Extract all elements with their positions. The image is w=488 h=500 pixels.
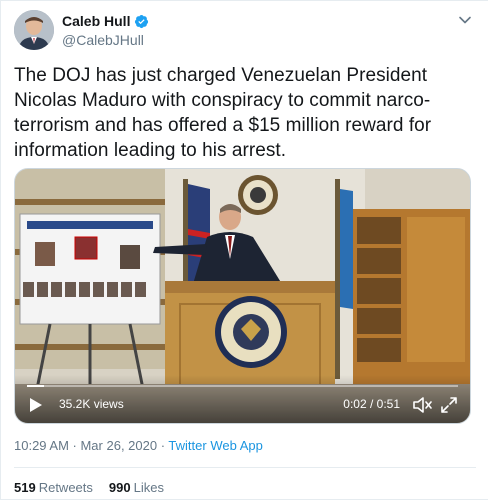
progress-bar[interactable] xyxy=(27,385,458,387)
source-app-link[interactable]: Twitter Web App xyxy=(168,438,262,453)
meta-separator: · xyxy=(157,438,169,453)
tweet-text: The DOJ has just charged Venezuelan Pres… xyxy=(14,65,432,161)
fullscreen-icon[interactable] xyxy=(440,396,458,414)
playback-time: 0:02 / 0:51 xyxy=(343,397,400,411)
author-handle[interactable]: @CalebJHull xyxy=(62,32,149,48)
tweet-card: Caleb Hull @CalebJHull The DOJ has just … xyxy=(0,0,488,500)
video-controls: 35.2K views 0:02 / 0:51 xyxy=(15,375,470,423)
tweet-meta: 10:29 AM · Mar 26, 2020 · Twitter Web Ap… xyxy=(14,438,263,453)
retweets-stat[interactable]: 519 Retweets xyxy=(14,480,93,495)
tweet-timestamp[interactable]: 10:29 AM · Mar 26, 2020 xyxy=(14,438,157,453)
likes-stat[interactable]: 990 Likes xyxy=(109,480,164,495)
play-icon[interactable] xyxy=(29,397,43,413)
divider xyxy=(14,467,476,468)
view-count: 35.2K views xyxy=(59,397,124,411)
author-name[interactable]: Caleb Hull xyxy=(62,13,130,29)
retweets-label: Retweets xyxy=(38,480,93,495)
video-player[interactable]: 35.2K views 0:02 / 0:51 xyxy=(14,168,471,424)
mute-icon[interactable] xyxy=(412,396,432,414)
avatar[interactable] xyxy=(14,10,54,50)
author-block[interactable]: Caleb Hull @CalebJHull xyxy=(62,13,149,48)
verified-badge-icon xyxy=(135,14,149,28)
retweets-count: 519 xyxy=(14,480,36,495)
progress-bar-fill xyxy=(27,385,45,387)
likes-count: 990 xyxy=(108,480,131,495)
chevron-down-icon[interactable] xyxy=(458,13,472,27)
likes-label: Likes xyxy=(133,480,164,495)
tweet-stats: 519 Retweets 990 Likes xyxy=(14,480,164,495)
